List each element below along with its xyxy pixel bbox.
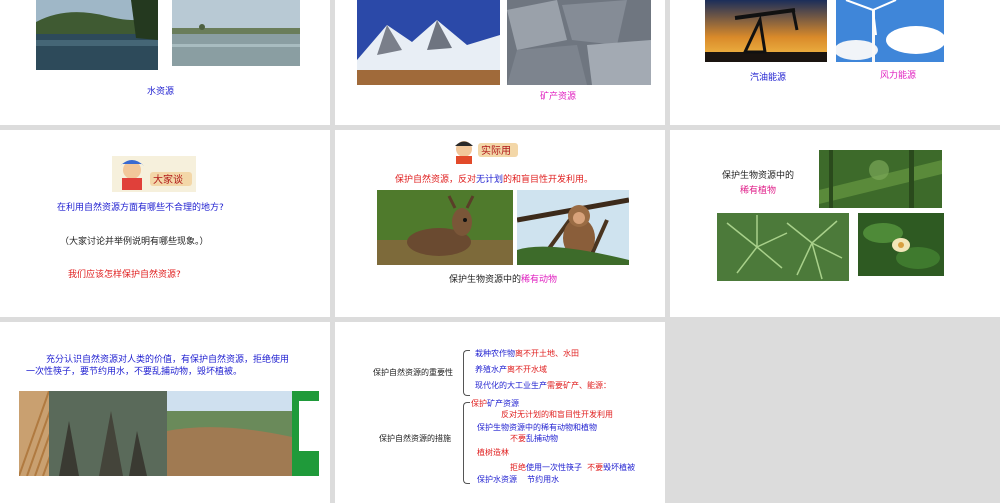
m2: 反对无计划的和盲目性开发利用	[501, 410, 613, 419]
caption-rare-animals: 保护生物资源中的稀有动物	[449, 274, 557, 286]
measure-6: 拒绝使用一次性筷子 不要毁坏植被	[510, 462, 635, 474]
wind-turbine-photo	[836, 0, 944, 62]
measure-4: 不要乱捕动物	[510, 433, 558, 445]
measure-7: 保护水资源 节约用水	[477, 474, 559, 486]
awareness-line2: 一次性筷子，要节约用水，不要乱捕动物，毁坏植被。	[26, 367, 243, 377]
slide-rare-animals[interactable]: 实际用 保护自然资源，反对无计划的和盲目性开发利用。 保护生物资源中的稀有动物	[335, 130, 665, 317]
slide-discussion[interactable]: 大家谈 在利用自然资源方面有哪些不合理的地方? （大家讨论并举例说明有哪些现象。…	[0, 130, 330, 317]
m5: 植树造林	[477, 448, 509, 457]
leaf-flower-photo	[858, 213, 944, 276]
awareness-line1: 充分认识自然资源对人类的价值，有保护自然资源，拒绝使用	[46, 355, 290, 365]
label-measures: 保护自然资源的措施	[379, 434, 451, 443]
importance-2: 养殖水产离不开水域	[475, 364, 547, 376]
pine-needles-photo	[717, 213, 849, 281]
snow-mountain-photo	[357, 0, 500, 85]
practice-badge: 实际用	[450, 138, 522, 164]
practice-badge-text: 实际用	[481, 144, 511, 157]
slide-rare-plants[interactable]: 保护生物资源中的 稀有植物	[670, 130, 1000, 317]
imp2-a: 养殖水产	[475, 365, 507, 374]
question-unreasonable: 在利用自然资源方面有哪些不合理的地方?	[57, 203, 224, 213]
moss-tree-photo	[819, 150, 942, 208]
granite-rocks-photo	[507, 0, 651, 85]
m1-b: 矿产资源	[487, 399, 519, 408]
imp2-b: 离不开水域	[507, 365, 547, 374]
slide-summary[interactable]: 保护自然资源的重要性 栽种农作物离不开土地、水田 养殖水产离不开水域 现代化的大…	[335, 322, 665, 503]
rare-plants-line1: 保护生物资源中的	[722, 171, 795, 181]
brace-importance	[463, 350, 470, 396]
headline-protect: 保护自然资源，反对无计划的和盲目性开发利用。	[395, 174, 593, 186]
monkey-photo	[517, 190, 629, 265]
m7-a: 保护水资源	[477, 475, 517, 484]
slide-minerals[interactable]: 矿产资源	[335, 0, 665, 125]
imp1-a: 栽种农作物	[475, 349, 515, 358]
caption-water: 水资源	[147, 87, 175, 97]
brace-measures	[463, 402, 470, 484]
m1-a: 保护	[471, 399, 487, 408]
badge-text: 大家谈	[153, 173, 183, 186]
m6-d: 毁坏植被	[603, 463, 636, 472]
oil-pump-photo	[705, 0, 827, 62]
caption-minerals: 矿产资源	[540, 92, 577, 102]
importance-1: 栽种农作物离不开土地、水田	[475, 348, 579, 360]
imp3-b: 需要矿产、能源：	[547, 381, 611, 390]
slide-energy[interactable]: 汽油能源 风力能源	[670, 0, 1000, 125]
question-how-to-protect: 我们应该怎样保护自然资源?	[68, 270, 181, 280]
importance-3: 现代化的大工业生产需要矿产、能源：	[475, 380, 611, 392]
headline-part-c: 的和盲目性开发利用。	[503, 175, 594, 185]
imp3-a: 现代化的大工业生产	[475, 381, 547, 390]
headline-part-a: 保护自然资源，反对	[395, 175, 477, 185]
m3: 保护生物资源中的稀有动物和植物	[477, 423, 597, 432]
imp1-b: 离不开土地、水田	[515, 349, 579, 358]
m6-c: 不要	[587, 463, 604, 472]
discussion-hint: （大家讨论并举例说明有哪些现象。）	[60, 237, 209, 247]
discussion-badge: 大家谈	[112, 156, 196, 192]
m4-a: 不要	[510, 434, 526, 443]
deer-photo	[377, 190, 513, 265]
caption-rare-animals-highlight: 稀有动物	[521, 275, 558, 285]
label-importance: 保护自然资源的重要性	[373, 368, 453, 377]
headline-part-b: 无计划	[476, 175, 504, 185]
caption-gasoline: 汽油能源	[750, 73, 787, 83]
m7-b: 节约用水	[527, 475, 560, 484]
m6-b: 使用一次性筷子	[526, 463, 582, 472]
collage-photo	[19, 391, 319, 476]
measure-5: 植树造林	[477, 447, 509, 459]
caption-wind: 风力能源	[880, 71, 917, 81]
caption-rare-animals-prefix: 保护生物资源中的	[449, 275, 522, 285]
slide-water[interactable]: 水资源	[0, 0, 330, 125]
empty-area	[670, 322, 1000, 503]
slide-awareness[interactable]: 充分认识自然资源对人类的价值，有保护自然资源，拒绝使用 一次性筷子，要节约用水，…	[0, 322, 330, 503]
lake-photo-2	[172, 0, 300, 66]
lake-photo-1	[36, 0, 158, 70]
m6-a: 拒绝	[510, 463, 526, 472]
rare-plants-line2: 稀有植物	[740, 186, 777, 196]
m4-b: 乱捕动物	[526, 434, 558, 443]
measure-2: 反对无计划的和盲目性开发利用	[501, 409, 613, 421]
